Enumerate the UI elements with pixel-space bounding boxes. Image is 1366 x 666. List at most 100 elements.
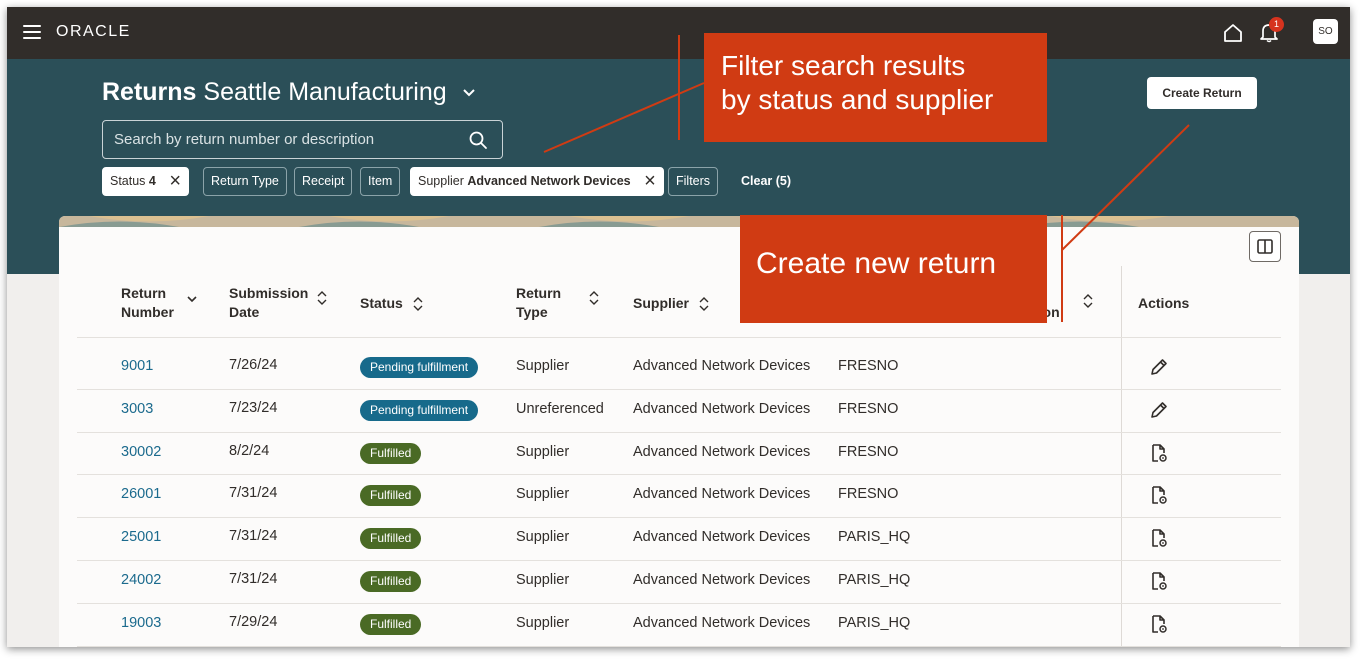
column-header-status[interactable]: Status	[360, 294, 423, 313]
search-input[interactable]	[103, 121, 463, 158]
menu-icon[interactable]	[23, 25, 41, 39]
return-number-link[interactable]: 9001	[121, 358, 153, 374]
remove-supplier-filter-icon[interactable]: ×	[644, 168, 656, 195]
edit-icon[interactable]	[1148, 356, 1170, 378]
supplier-name: Advanced Network Devices	[633, 614, 811, 631]
supplier-name: Advanced Network Devices	[633, 358, 811, 374]
sort-icon[interactable]	[589, 291, 599, 305]
submission-date: 7/26/24	[229, 357, 278, 373]
clear-filters-link[interactable]: Clear (5)	[741, 174, 791, 188]
return-number-link[interactable]: 25001	[121, 529, 161, 545]
receipt-filter-chip[interactable]: Receipt	[294, 167, 353, 196]
column-header-supplier[interactable]: Supplier	[633, 294, 709, 313]
location: PARIS_HQ	[838, 572, 911, 588]
submission-date: 8/2/24	[229, 442, 270, 459]
supplier-name: Advanced Network Devices	[633, 486, 811, 503]
results-card: Return Number Submission Date Status Ret…	[59, 216, 1299, 647]
global-header: ORACLE 1 SO	[7, 7, 1350, 59]
supplier-filter-label: Supplier	[418, 174, 464, 188]
row-divider	[77, 602, 1281, 604]
business-unit-name: Seattle Manufacturing	[203, 78, 447, 106]
status-badge: Fulfilled	[360, 442, 422, 464]
item-filter-chip[interactable]: Item	[360, 167, 401, 196]
edit-icon[interactable]	[1148, 399, 1170, 421]
header-text: Supplier	[633, 295, 690, 311]
supplier-filter-chip[interactable]: Supplier Advanced Network Devices ×	[410, 167, 664, 196]
row-divider	[77, 645, 1281, 647]
sort-descending-icon[interactable]	[187, 295, 197, 303]
supplier-name: Advanced Network Devices	[633, 443, 811, 460]
status-badge: Fulfilled	[360, 528, 422, 550]
location: PARIS_HQ	[838, 614, 911, 631]
decorative-banner	[59, 216, 1299, 227]
header-text: Status	[360, 295, 403, 311]
remove-status-filter-icon[interactable]: ×	[169, 168, 181, 195]
status-filter-chip[interactable]: Status 4 ×	[102, 167, 190, 196]
return-type-filter-chip[interactable]: Return Type	[203, 167, 287, 196]
view-document-icon[interactable]	[1148, 570, 1170, 592]
submission-date: 7/23/24	[229, 399, 278, 416]
search-field[interactable]	[102, 120, 503, 159]
page-title-bold: Returns	[102, 78, 197, 106]
supplier-name: Advanced Network Devices	[633, 529, 811, 546]
status-filter-value: 4	[148, 174, 156, 188]
column-panel-button[interactable]	[1249, 231, 1281, 262]
create-return-button[interactable]: Create Return	[1147, 77, 1257, 109]
location: FRESNO	[838, 443, 899, 460]
sort-icon[interactable]	[413, 297, 423, 312]
row-divider	[77, 560, 1281, 561]
return-type: Supplier	[516, 486, 570, 503]
return-type: Supplier	[516, 572, 570, 588]
return-number-link[interactable]: 3003	[121, 401, 153, 417]
header-text: Date	[229, 304, 260, 320]
submission-date: 7/29/24	[229, 613, 278, 630]
filter-callout: Filter search results by status and supp…	[704, 33, 1047, 142]
app-window: ORACLE 1 SO Returns Seattle Manufacturin…	[7, 7, 1350, 647]
status-badge: Pending fulfillment	[360, 399, 479, 421]
row-divider	[77, 431, 1281, 433]
column-header-return-number[interactable]: Return Number	[121, 284, 197, 322]
callout-text: Filter search results	[721, 50, 966, 81]
user-avatar[interactable]: SO	[1313, 19, 1338, 44]
filters-button[interactable]: Filters	[668, 167, 719, 196]
status-filter-label: Status	[110, 174, 146, 188]
column-header-submission-date[interactable]: Submission Date	[229, 284, 327, 322]
location: FRESNO	[838, 400, 899, 417]
location: FRESNO	[838, 486, 899, 503]
submission-date: 7/31/24	[229, 571, 278, 587]
view-document-icon[interactable]	[1148, 442, 1170, 464]
row-divider	[77, 517, 1281, 519]
return-number-link[interactable]: 26001	[121, 486, 161, 502]
column-header-return-type[interactable]: Return Type	[516, 284, 599, 322]
return-type: Supplier	[516, 358, 570, 374]
return-type: Unreferenced	[516, 400, 604, 417]
sort-icon[interactable]	[317, 291, 327, 305]
search-icon[interactable]	[468, 130, 488, 150]
view-document-icon[interactable]	[1148, 613, 1170, 635]
supplier-name: Advanced Network Devices	[633, 572, 811, 588]
header-text: Type	[516, 304, 548, 320]
sort-icon[interactable]	[699, 297, 709, 312]
page-title[interactable]: Returns Seattle Manufacturing	[102, 78, 476, 107]
view-document-icon[interactable]	[1148, 527, 1170, 549]
header-text: Submission	[229, 285, 309, 301]
return-type: Supplier	[516, 529, 570, 546]
supplier-filter-value: Advanced Network Devices	[467, 174, 631, 188]
return-type: Supplier	[516, 614, 570, 631]
return-type: Supplier	[516, 443, 570, 460]
status-badge: Fulfilled	[360, 613, 422, 635]
return-number-link[interactable]: 30002	[121, 444, 161, 460]
sort-icon[interactable]	[1083, 294, 1093, 308]
view-document-icon[interactable]	[1148, 484, 1170, 506]
location: FRESNO	[838, 358, 899, 374]
oracle-logo: ORACLE	[56, 23, 131, 40]
return-number-link[interactable]: 19003	[121, 615, 161, 631]
return-number-link[interactable]: 24002	[121, 572, 161, 588]
status-badge: Fulfilled	[360, 571, 422, 592]
home-icon[interactable]	[1222, 22, 1244, 44]
chevron-down-icon[interactable]	[462, 88, 476, 98]
header-text: Number	[121, 304, 174, 320]
callout-text: by status and supplier	[721, 84, 994, 115]
header-text: Return	[516, 285, 562, 301]
actions-column-divider	[1121, 266, 1122, 647]
